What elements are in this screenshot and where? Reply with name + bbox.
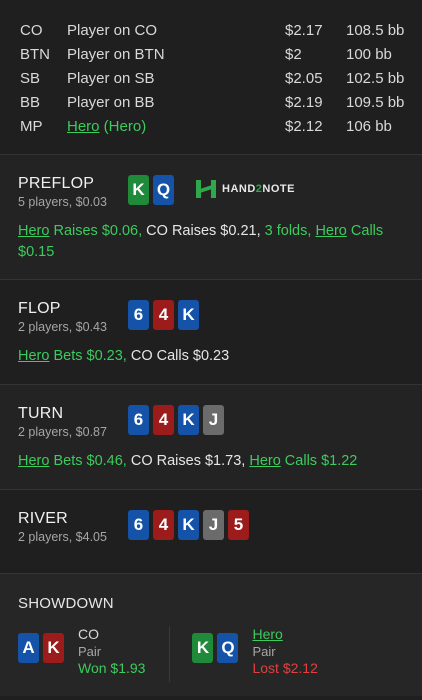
card: 4 xyxy=(153,510,174,540)
flop-section: FLOP 2 players, $0.43 6 4 K Hero Bets $0… xyxy=(0,280,422,385)
street-actions: Hero Raises $0.06, CO Raises $0.21, 3 fo… xyxy=(18,221,404,263)
player-name: Player on CO xyxy=(67,21,158,39)
player-stack: $2.19 xyxy=(285,93,323,111)
showdown-title: SHOWDOWN xyxy=(18,595,114,612)
action-text: Bets $0.23, xyxy=(49,348,127,364)
card: K xyxy=(178,405,199,435)
action-text: Calls $0.23 xyxy=(152,348,230,364)
hero-suffix: (Hero) xyxy=(99,117,147,135)
card: 5 xyxy=(228,510,249,540)
players-table: CO Player on CO $2.17 108.5 bb BTN Playe… xyxy=(0,0,422,155)
player-position: BTN xyxy=(20,45,50,63)
street-actions: Hero Bets $0.23, CO Calls $0.23 xyxy=(18,346,404,367)
preflop-section: PREFLOP 5 players, $0.03 K Q Hero Raises… xyxy=(0,155,422,280)
river-section: RIVER 2 players, $4.05 6 4 K J 5 xyxy=(0,490,422,574)
player-row: BB Player on BB $2.19 109.5 bb xyxy=(0,90,422,114)
action-text: Calls $1.22 xyxy=(280,453,358,469)
hole-cards: A K xyxy=(18,633,64,663)
card: 4 xyxy=(153,300,174,330)
action-text: Bets $0.46, xyxy=(49,453,127,469)
hero-link[interactable]: Hero xyxy=(18,453,49,469)
player-name: Player on BB xyxy=(67,93,155,111)
logo-text: HAND2NOTE xyxy=(222,183,295,195)
showdown-hand: Pair xyxy=(78,644,102,659)
hole-cards: K Q xyxy=(192,633,239,663)
action-text: Raises $0.06, xyxy=(49,223,143,239)
player-stack-bb: 106 bb xyxy=(346,117,392,135)
card: Q xyxy=(217,633,239,663)
board-cards: 6 4 K J 5 xyxy=(128,510,249,540)
card: K xyxy=(178,300,199,330)
player-position: CO xyxy=(20,21,43,39)
card: A xyxy=(18,633,39,663)
player-row: CO Player on CO $2.17 108.5 bb xyxy=(0,18,422,42)
showdown-result: Lost $2.12 xyxy=(252,660,318,676)
showdown-result: Won $1.93 xyxy=(78,660,146,676)
player-name: Player on BTN xyxy=(67,45,165,63)
player-position: BB xyxy=(20,93,41,111)
player-row: BTN Player on BTN $2 100 bb xyxy=(0,42,422,66)
player-name: Hero (Hero) xyxy=(48,118,268,135)
card: K xyxy=(128,175,149,205)
card: Q xyxy=(153,175,174,205)
board-cards: 6 4 K xyxy=(128,300,199,330)
street-title: RIVER xyxy=(18,510,68,527)
street-subtitle: 2 players, $0.43 xyxy=(18,320,107,334)
player-name: Player on SB xyxy=(67,69,155,87)
player-stack: $2 xyxy=(285,45,302,63)
card: 6 xyxy=(128,405,149,435)
player-row: SB Player on SB $2.05 102.5 bb xyxy=(0,66,422,90)
player-label: CO xyxy=(142,223,168,239)
street-subtitle: 2 players, $0.87 xyxy=(18,425,107,439)
player-label: CO xyxy=(126,453,153,469)
divider xyxy=(169,626,171,682)
hero-link[interactable]: Hero xyxy=(18,348,49,364)
action-text: 3 folds, xyxy=(260,223,316,239)
player-row-hero: MP Hero (Hero) $2.12 106 bb xyxy=(0,114,422,138)
player-position: MP xyxy=(20,117,43,135)
player-stack: $2.17 xyxy=(285,21,323,39)
card: K xyxy=(43,633,64,663)
hero-link[interactable]: Hero xyxy=(67,118,100,135)
hero-link[interactable]: Hero xyxy=(252,626,317,643)
showdown-player: A K CO Pair Won $1.93 xyxy=(18,626,145,682)
board-cards: 6 4 K J xyxy=(128,405,224,435)
action-text: Raises $1.73, xyxy=(152,453,246,469)
street-title: TURN xyxy=(18,405,64,422)
card: K xyxy=(178,510,199,540)
card: 4 xyxy=(153,405,174,435)
street-subtitle: 2 players, $4.05 xyxy=(18,530,107,544)
hero-link[interactable]: Hero xyxy=(18,223,49,239)
showdown-player: K Q Hero Pair Lost $2.12 xyxy=(192,626,318,682)
street-title: FLOP xyxy=(18,300,61,317)
action-text: Raises $0.21, xyxy=(167,223,261,239)
street-subtitle: 5 players, $0.03 xyxy=(18,195,107,209)
hero-link[interactable]: Hero xyxy=(249,453,280,469)
player-stack: $2.05 xyxy=(285,69,323,87)
street-title: PREFLOP xyxy=(18,175,95,192)
player-stack-bb: 102.5 bb xyxy=(346,69,405,87)
card: J xyxy=(203,510,224,540)
player-stack-bb: 109.5 bb xyxy=(346,93,405,111)
turn-section: TURN 2 players, $0.87 6 4 K J Hero Bets … xyxy=(0,385,422,490)
player-stack-bb: 100 bb xyxy=(346,45,392,63)
street-actions: Hero Bets $0.46, CO Raises $1.73, Hero C… xyxy=(18,451,404,472)
hand2note-logo: HAND2NOTE xyxy=(196,178,295,200)
player-label: CO xyxy=(126,348,153,364)
card: K xyxy=(192,633,214,663)
hole-cards: K Q xyxy=(128,175,174,205)
card: 6 xyxy=(128,510,149,540)
showdown-section: SHOWDOWN A K CO Pair Won $1.93 K Q Hero … xyxy=(0,574,422,696)
player-stack: $2.12 xyxy=(285,117,323,135)
showdown-player-name: CO xyxy=(78,626,99,642)
hand2note-logo-icon xyxy=(196,178,216,200)
hero-link[interactable]: Hero xyxy=(315,223,346,239)
card: 6 xyxy=(128,300,149,330)
player-position: SB xyxy=(20,69,41,87)
card: J xyxy=(203,405,224,435)
player-stack-bb: 108.5 bb xyxy=(346,21,405,39)
showdown-hand: Pair xyxy=(252,644,276,659)
